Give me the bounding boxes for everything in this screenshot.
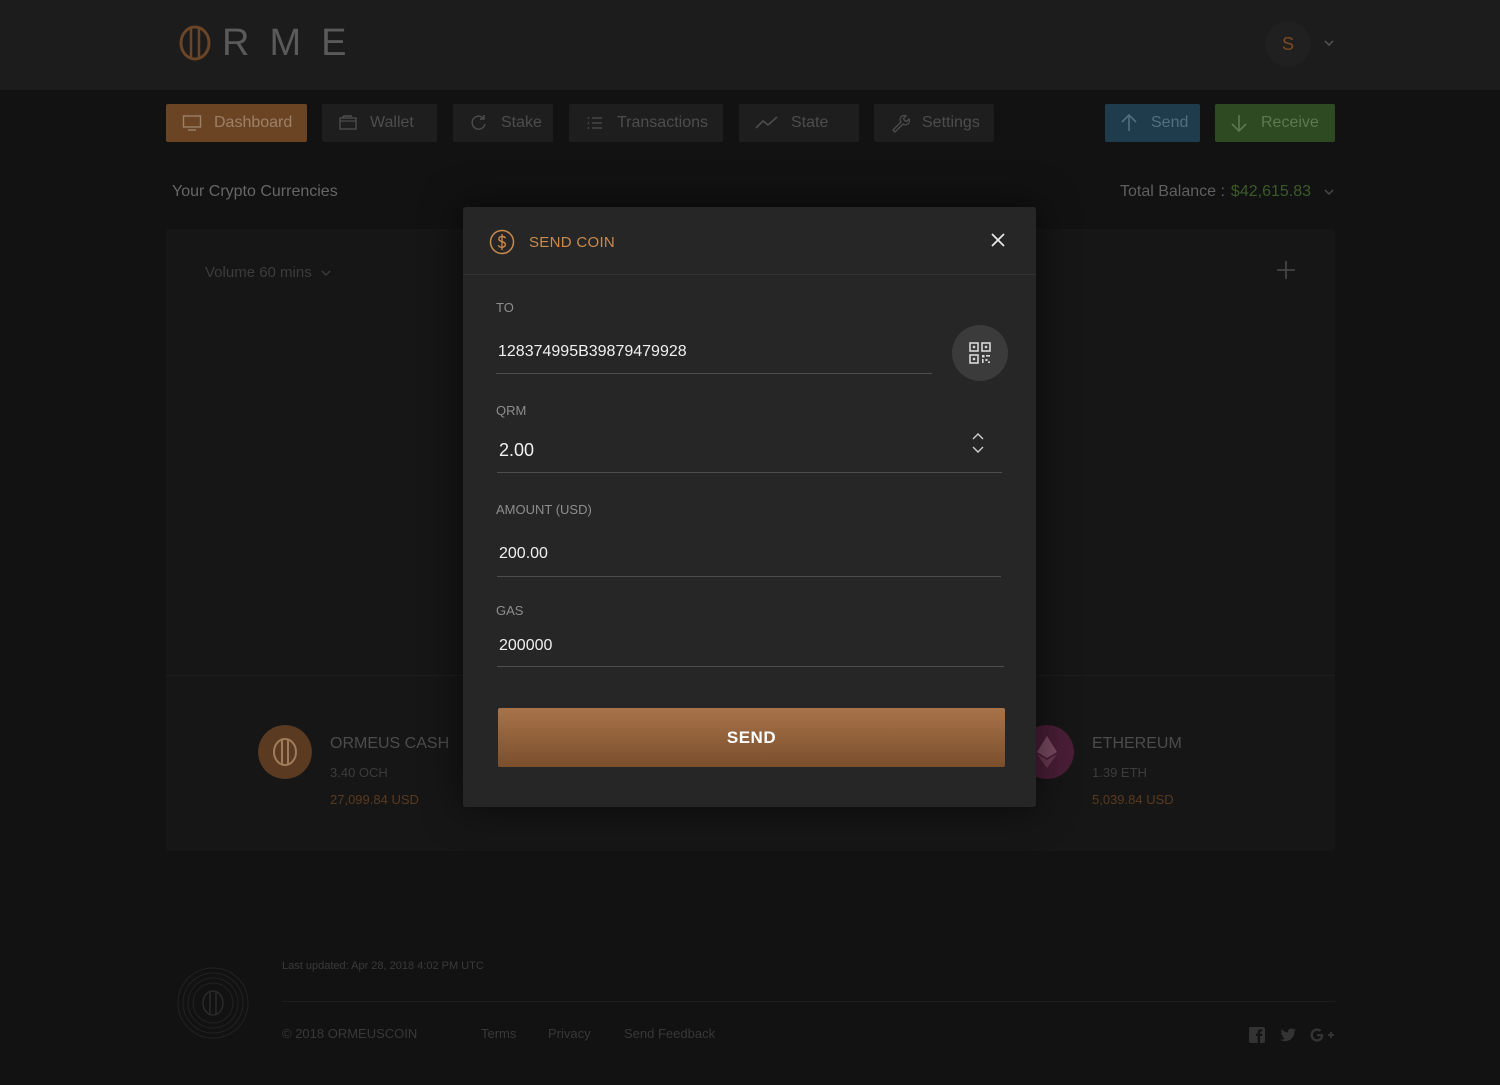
chevron-down-icon[interactable] [969, 443, 987, 455]
amount-usd-label: AMOUNT (USD) [496, 502, 592, 517]
chevron-up-icon[interactable] [969, 431, 987, 443]
qr-code-icon [969, 342, 991, 364]
amount-usd-input[interactable] [497, 542, 1001, 577]
qrm-amount-input[interactable] [497, 439, 1002, 473]
send-coin-modal: SEND COIN TO QRM AMOUNT ( [463, 207, 1036, 807]
to-label: TO [496, 300, 514, 315]
gas-label: GAS [496, 603, 524, 618]
gas-input[interactable] [497, 635, 1004, 667]
to-address-input[interactable] [496, 340, 932, 374]
qrm-stepper[interactable] [969, 431, 987, 459]
modal-title: SEND COIN [529, 234, 616, 251]
modal-header: SEND COIN [463, 207, 1036, 275]
qr-scan-button[interactable] [952, 325, 1008, 381]
dollar-coin-icon [489, 229, 515, 255]
close-icon[interactable] [989, 231, 1007, 249]
qrm-label: QRM [496, 403, 527, 418]
send-submit-button[interactable]: SEND [498, 708, 1005, 767]
